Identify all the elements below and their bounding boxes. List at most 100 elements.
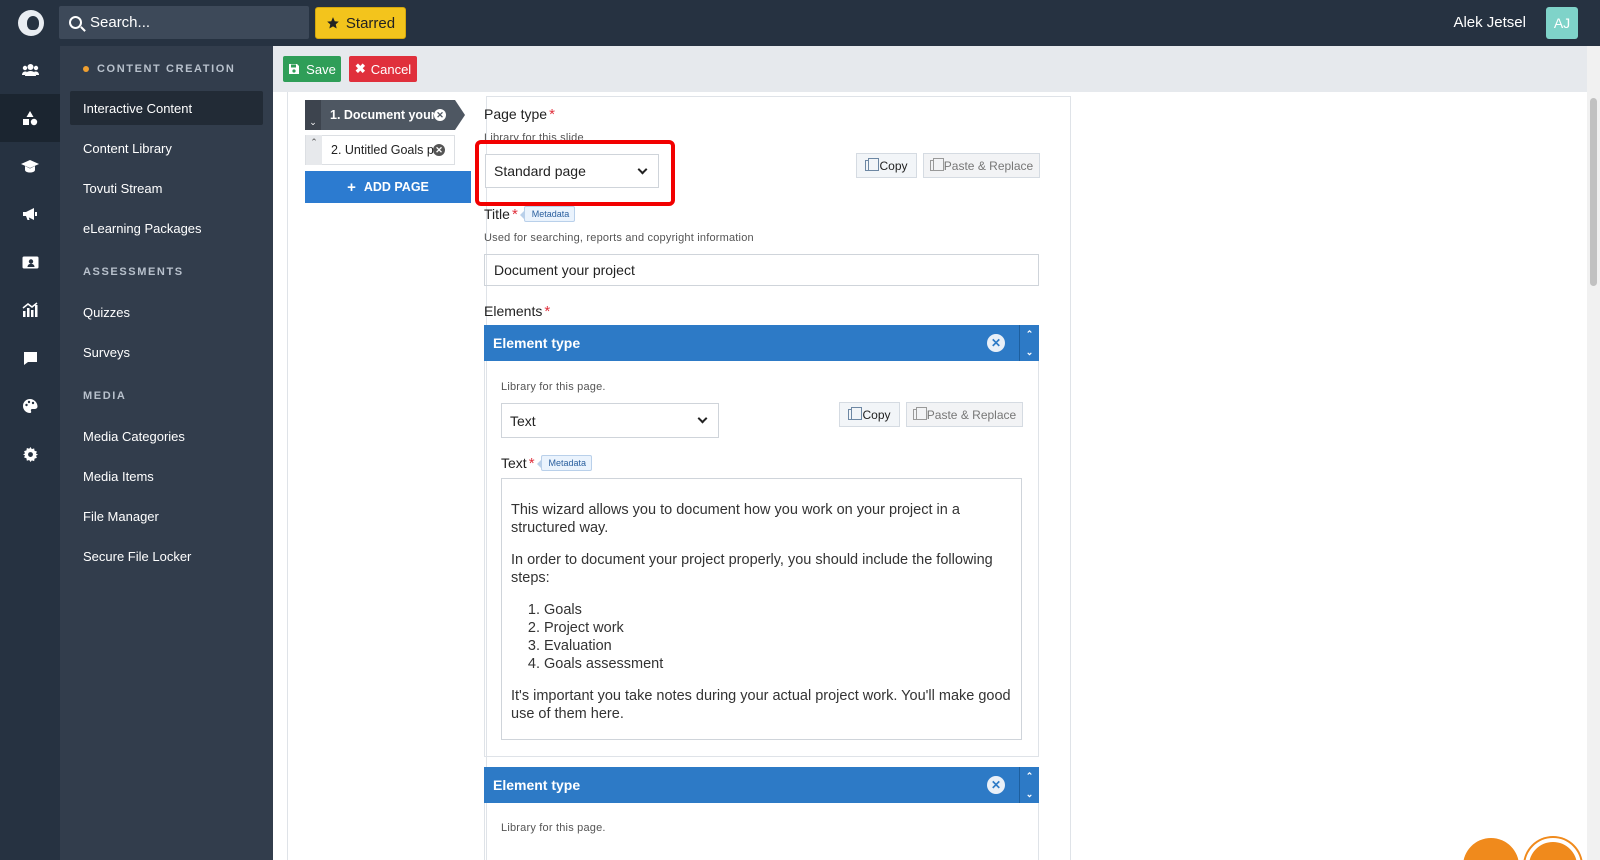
help-launcher-button[interactable] xyxy=(1525,838,1581,860)
icon-rail xyxy=(0,46,60,860)
graduation-cap-icon[interactable] xyxy=(0,142,60,190)
highlight-box xyxy=(475,140,675,206)
title-input[interactable]: Document your project xyxy=(484,254,1039,286)
list-item: Evaluation xyxy=(544,637,1012,655)
chevron-down-icon[interactable]: ⌄ xyxy=(1026,789,1034,800)
remove-element-icon[interactable]: ✕ xyxy=(987,334,1005,352)
scroll-thumb[interactable] xyxy=(1590,98,1597,286)
star-icon xyxy=(327,17,339,29)
remove-element-icon[interactable]: ✕ xyxy=(987,776,1005,794)
scrollbar[interactable] xyxy=(1587,46,1600,860)
chat-launcher-button[interactable] xyxy=(1463,838,1519,860)
page-tab-label: 1. Document your ... xyxy=(330,108,434,122)
top-bar: Search... Starred Alek Jetsel AJ xyxy=(0,0,1600,46)
chevron-up-icon[interactable]: ⌃ xyxy=(306,135,322,165)
element-header-label: Element type xyxy=(493,335,581,351)
sidebar: CONTENT CREATION Interactive Content Con… xyxy=(60,46,273,860)
required-marker: * xyxy=(549,106,555,123)
sidebar-item-tovuti-stream[interactable]: Tovuti Stream xyxy=(70,171,263,205)
action-bar: Save ✖ Cancel xyxy=(273,46,1587,92)
text-field-label: Text * Metadata xyxy=(501,455,593,472)
element-header-label: Element type xyxy=(493,777,581,793)
reorder-arrows[interactable]: ⌃ ⌄ xyxy=(1019,767,1039,803)
reorder-arrows[interactable]: ⌃ ⌄ xyxy=(1019,325,1039,361)
element-type-select[interactable]: Text xyxy=(501,403,719,438)
app-logo[interactable] xyxy=(18,10,44,36)
user-name[interactable]: Alek Jetsel xyxy=(1453,14,1526,31)
list-item: Goals xyxy=(544,601,1012,619)
element-hint: Library for this page. xyxy=(501,381,606,393)
section-heading-assessments: ASSESSMENTS xyxy=(83,266,184,278)
paste-icon xyxy=(912,407,927,420)
gear-icon[interactable] xyxy=(0,430,60,478)
text-paragraph: It's important you take notes during you… xyxy=(511,688,1011,722)
sidebar-item-media-categories[interactable]: Media Categories xyxy=(70,419,263,453)
required-marker: * xyxy=(511,206,518,223)
copy-button[interactable]: Copy xyxy=(839,402,900,427)
id-card-icon[interactable] xyxy=(0,238,60,286)
chevron-up-icon[interactable]: ⌃ xyxy=(1026,329,1034,340)
sidebar-item-surveys[interactable]: Surveys xyxy=(70,335,263,369)
rich-text-editor[interactable]: This wizard allows you to document how y… xyxy=(501,478,1022,740)
page-tab-label: 2. Untitled Goals p... xyxy=(331,143,433,157)
starred-label: Starred xyxy=(345,14,396,32)
title-label: Title * Metadata xyxy=(484,206,576,223)
sidebar-item-file-manager[interactable]: File Manager xyxy=(70,499,263,533)
sidebar-item-quizzes[interactable]: Quizzes xyxy=(70,295,263,329)
sidebar-item-interactive-content[interactable]: Interactive Content xyxy=(70,91,263,125)
starred-button[interactable]: Starred xyxy=(315,7,406,39)
remove-page-icon[interactable]: ✕ xyxy=(433,144,445,156)
megaphone-icon[interactable] xyxy=(0,190,60,238)
floppy-icon xyxy=(289,64,300,74)
search-placeholder: Search... xyxy=(90,14,151,31)
sidebar-item-elearning-packages[interactable]: eLearning Packages xyxy=(70,211,263,245)
search-icon xyxy=(69,16,82,29)
copy-button[interactable]: Copy xyxy=(856,153,917,178)
chevron-down-icon[interactable]: ⌄ xyxy=(1026,347,1034,358)
chart-icon[interactable] xyxy=(0,286,60,334)
required-marker: * xyxy=(544,303,551,320)
chat-icon[interactable] xyxy=(0,334,60,382)
chevron-down-icon xyxy=(697,413,708,424)
element-header[interactable]: Element type ✕ ⌃ ⌄ xyxy=(484,325,1039,361)
list-item: Project work xyxy=(544,619,1012,637)
elements-label: Elements * xyxy=(484,303,551,320)
avatar[interactable]: AJ xyxy=(1546,7,1578,39)
page-type-label: Page type * xyxy=(484,106,555,123)
paste-icon xyxy=(929,158,944,171)
paste-replace-button[interactable]: Paste & Replace xyxy=(906,402,1023,427)
content-divider xyxy=(287,92,288,860)
chevron-down-icon[interactable]: ⌄ xyxy=(305,100,321,130)
search-input[interactable]: Search... xyxy=(59,6,309,39)
section-heading-content-creation: CONTENT CREATION xyxy=(83,63,235,75)
save-button[interactable]: Save xyxy=(283,56,341,82)
users-icon[interactable] xyxy=(0,46,60,94)
text-paragraph: In order to document your project proper… xyxy=(511,552,993,586)
palette-icon[interactable] xyxy=(0,382,60,430)
page-tab-2[interactable]: ⌃ 2. Untitled Goals p... ✕ xyxy=(305,135,455,165)
element-header[interactable]: Element type ✕ ⌃ ⌄ xyxy=(484,767,1039,803)
plus-icon: + xyxy=(347,178,356,196)
sidebar-item-secure-file-locker[interactable]: Secure File Locker xyxy=(70,539,263,573)
text-paragraph: This wizard allows you to document how y… xyxy=(511,502,960,536)
sidebar-item-content-library[interactable]: Content Library xyxy=(70,131,263,165)
copy-icon xyxy=(865,158,880,171)
page-tab-1[interactable]: ⌄ 1. Document your ... ✕ xyxy=(305,100,465,130)
close-icon: ✖ xyxy=(354,61,366,76)
shapes-icon[interactable] xyxy=(0,94,60,142)
chevron-up-icon[interactable]: ⌃ xyxy=(1026,771,1034,782)
steps-list: Goals Project work Evaluation Goals asse… xyxy=(544,601,1012,673)
editor-content: ⌄ 1. Document your ... ✕ ⌃ 2. Untitled G… xyxy=(273,92,1587,860)
cancel-button[interactable]: ✖ Cancel xyxy=(349,56,417,82)
active-section-dot xyxy=(83,66,89,73)
element-type-value: Text xyxy=(510,412,536,429)
list-item: Goals assessment xyxy=(544,655,1012,673)
remove-page-icon[interactable]: ✕ xyxy=(434,109,446,121)
metadata-badge: Metadata xyxy=(519,206,576,222)
element-hint: Library for this page. xyxy=(501,822,606,834)
sidebar-item-media-items[interactable]: Media Items xyxy=(70,459,263,493)
metadata-badge: Metadata xyxy=(536,455,593,471)
paste-replace-button[interactable]: Paste & Replace xyxy=(923,153,1040,178)
title-hint: Used for searching, reports and copyrigh… xyxy=(484,232,754,244)
add-page-button[interactable]: + ADD PAGE xyxy=(305,171,471,203)
